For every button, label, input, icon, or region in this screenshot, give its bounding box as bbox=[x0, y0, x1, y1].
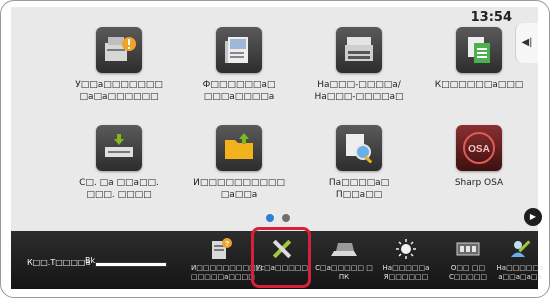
app-document-filing[interactable]: И□□□□□□□□□□ □а□□а bbox=[179, 125, 299, 201]
app-copy[interactable]: К□□□□□□а□□□ bbox=[419, 27, 539, 91]
shortcut-counter[interactable]: О□□ □□ С□□□□□ bbox=[439, 235, 497, 289]
shortcut-brightness[interactable]: На□□□□□а Я□□□□□□ bbox=[377, 235, 435, 289]
settings-user-icon bbox=[96, 27, 142, 73]
app-label: Па□□□□а□ П□□а□□ bbox=[328, 178, 390, 200]
app-label: С□. □а □□а□□. □□□. □□□□ bbox=[79, 178, 159, 200]
highlight-frame bbox=[251, 227, 311, 288]
document-question-icon: ? bbox=[206, 237, 234, 261]
page-dot-active[interactable] bbox=[266, 214, 274, 222]
shortcut-label: О□□ □□ С□□□□□ bbox=[449, 264, 487, 281]
next-page-button[interactable]: ▶ bbox=[524, 208, 542, 226]
toner-indicator: К□□.Т□□□□а Bk bbox=[21, 231, 181, 289]
app-copier[interactable]: На□□□-□□□□а/На□□□-□□□□а□ bbox=[299, 27, 419, 103]
app-label: К□□□□□□а□□□ bbox=[434, 80, 524, 90]
app-label: И□□□□□□□□□□ □а□□а bbox=[193, 178, 285, 200]
document-stack-icon bbox=[216, 27, 262, 73]
page-dot[interactable] bbox=[282, 214, 290, 222]
counter-icon bbox=[454, 237, 482, 261]
shortcut-info[interactable]: ? И□□□□□□□□□□ □□□□□а□□□□ bbox=[191, 235, 263, 289]
copier-icon bbox=[336, 27, 382, 73]
scan-tray-icon bbox=[96, 125, 142, 171]
brightness-icon bbox=[392, 237, 420, 261]
app-scan-tray[interactable]: С□. □а □□а□□. □□□. □□□□ bbox=[59, 125, 179, 201]
clock: 13:54 bbox=[470, 10, 512, 25]
copy-icon bbox=[456, 27, 502, 73]
svg-text:OSA: OSA bbox=[468, 144, 490, 155]
app-label: На□□□-□□□□а/На□□□-□□□□а□ bbox=[314, 80, 404, 102]
folder-upload-icon bbox=[216, 125, 262, 171]
device-panel-frame: 13:54 ◀| У□□а□□□□□□□ □а□а□□□□□□ Ф□□□□□□а… bbox=[0, 0, 550, 298]
shortcut-label: И□□□□□□□□□□ □□□□□а□□□□ bbox=[191, 264, 263, 281]
toner-color-letter: Bk bbox=[85, 256, 96, 265]
app-label: Sharp OSA bbox=[454, 178, 504, 188]
app-sharp-osa[interactable]: OSA Sharp OSA bbox=[419, 125, 539, 189]
toner-label: К□□.Т□□□□а bbox=[27, 258, 91, 267]
shortcut-user-settings[interactable]: На□□□□□а а□□а□а□а bbox=[491, 235, 549, 289]
toner-level-bar bbox=[95, 262, 167, 267]
laptop-icon bbox=[330, 237, 358, 261]
app-label: У□□а□□□□□□□ □а□а□□□□□□ bbox=[75, 80, 163, 102]
osa-icon: OSA bbox=[456, 125, 502, 171]
shortcut-label: На□□□□□а Я□□□□□□ bbox=[382, 264, 430, 281]
user-settings-icon bbox=[506, 237, 534, 261]
app-job-search[interactable]: Па□□□□а□ П□□а□□ bbox=[299, 125, 419, 201]
svg-text:?: ? bbox=[225, 241, 229, 248]
page-indicator bbox=[258, 214, 298, 224]
magnifier-document-icon bbox=[336, 125, 382, 171]
shortcut-pc-connect[interactable]: С□а□□□□□ □ ПК bbox=[315, 235, 373, 289]
shortcut-label: С□а□□□□□ □ ПК bbox=[315, 264, 373, 281]
shortcut-label: На□□□□□а а□□а□а□а bbox=[496, 264, 544, 281]
app-label: Ф□□□□□□а□ □□□а□□□□а bbox=[202, 80, 276, 102]
app-scan-document[interactable]: Ф□□□□□□а□ □□□а□□□□а bbox=[179, 27, 299, 103]
app-settings-user[interactable]: У□□а□□□□□□□ □а□а□□□□□□ bbox=[59, 27, 179, 103]
